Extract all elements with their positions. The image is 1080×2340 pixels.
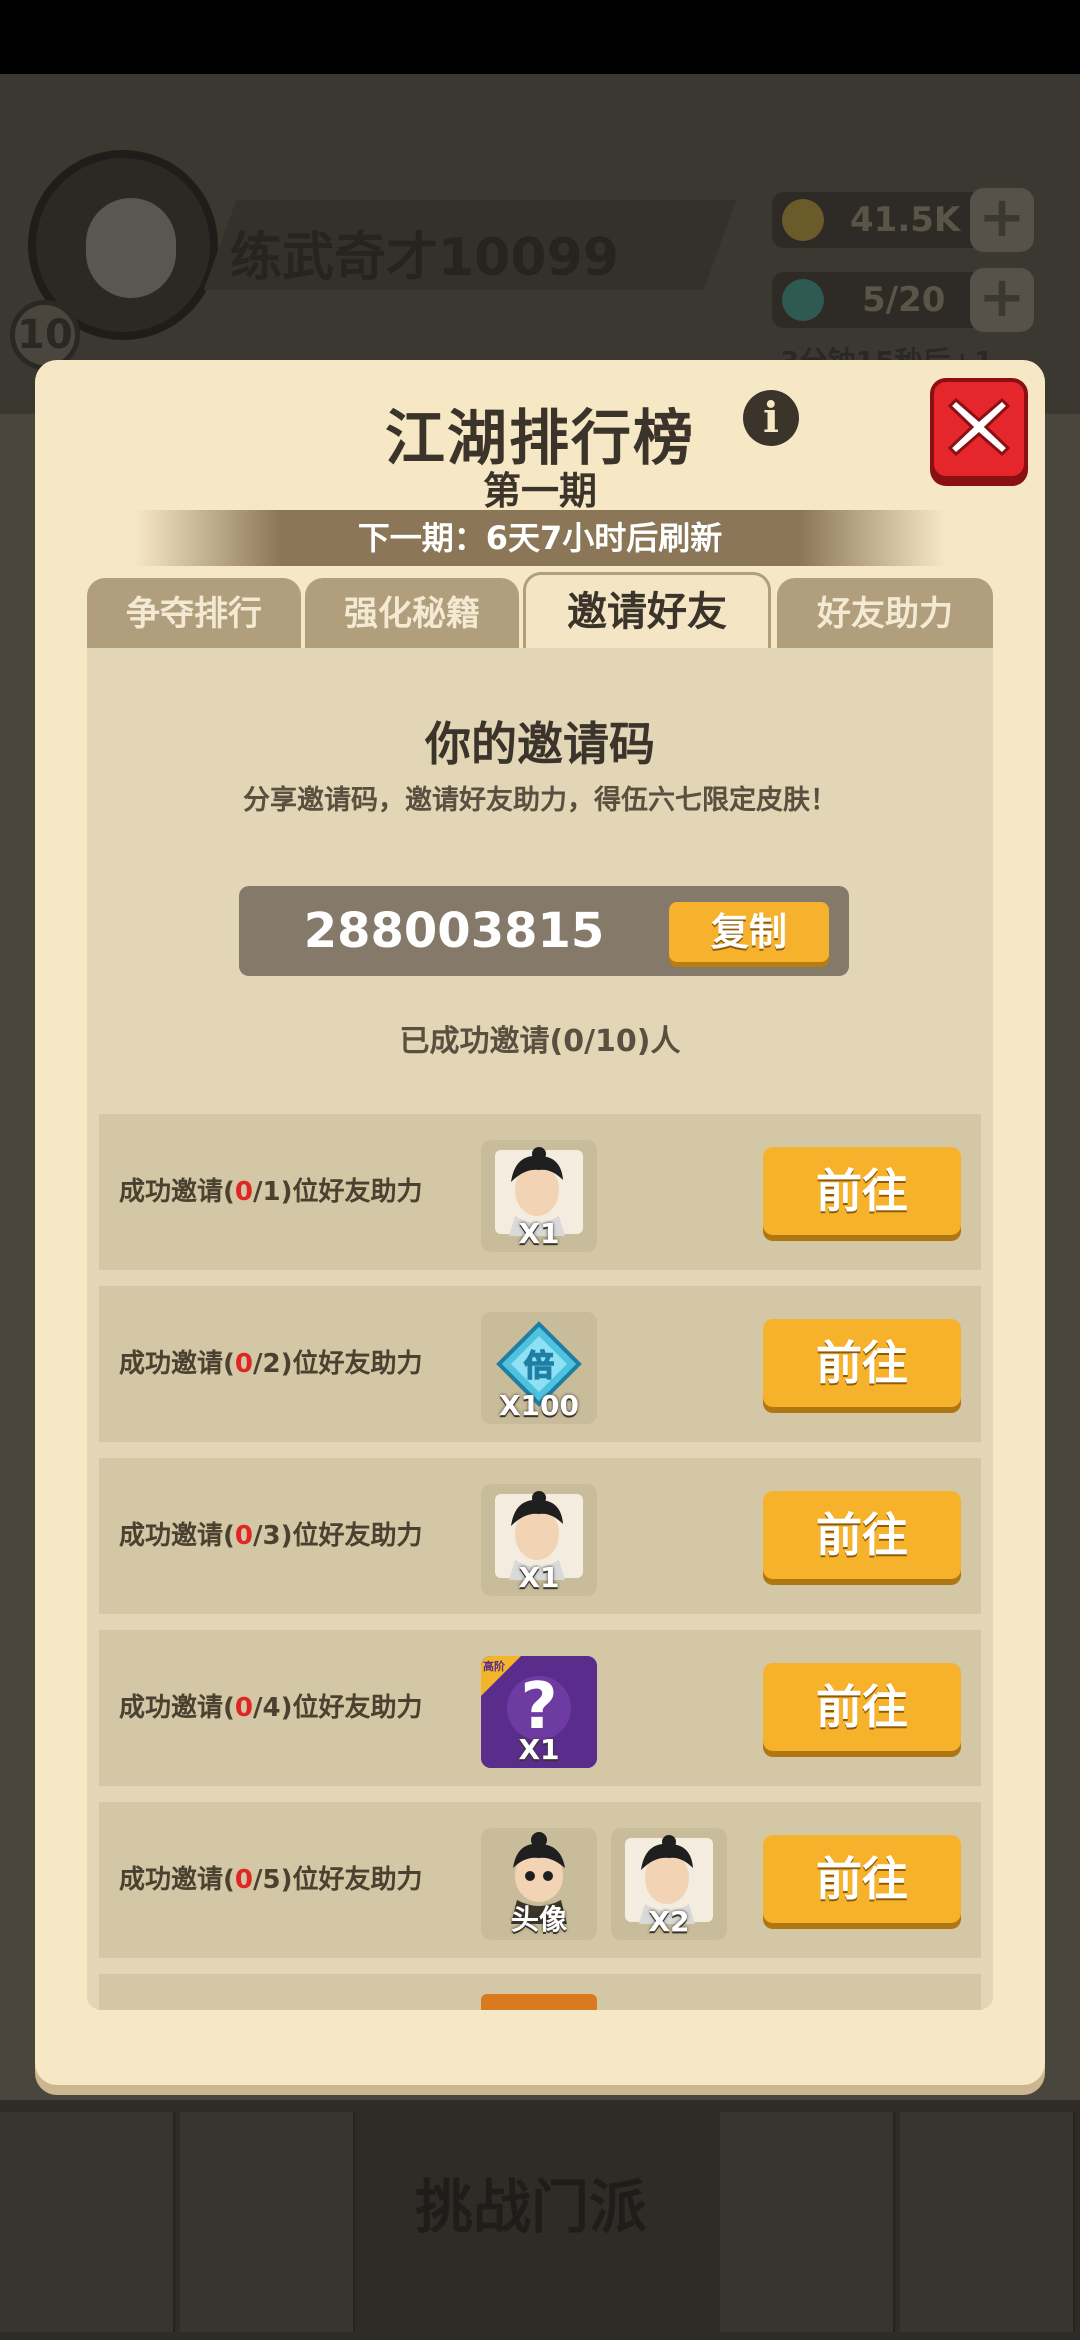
task-label: 成功邀请(0/5)位好友助力 <box>119 1865 423 1895</box>
reward-item[interactable]: 头像 <box>481 1828 597 1940</box>
reward-item[interactable]: ? 高阶 X1 <box>481 1656 597 1768</box>
task-row: 成功邀请(0/1)位好友助力 X1 前往 <box>99 1114 981 1270</box>
invited-count: 已成功邀请(0/10)人 <box>399 1024 681 1059</box>
close-icon <box>947 397 1011 457</box>
reward-item[interactable]: 倍 X100 <box>481 1312 597 1424</box>
tier-badge-label: 高阶 <box>483 1660 505 1673</box>
go-button[interactable]: 前往 <box>763 1663 961 1751</box>
nav-tab-tasks[interactable] <box>0 2112 175 2332</box>
nav-tab-training[interactable] <box>180 2112 355 2332</box>
task-row: 成功邀请(0/3)位好友助力 X1 前往 <box>99 1458 981 1614</box>
task-row: 成功邀请(0/4)位好友助力 ? 高阶 X1 前往 <box>99 1630 981 1786</box>
nav-tab-castle[interactable] <box>720 2112 895 2332</box>
task-label: 成功邀请(0/3)位好友助力 <box>119 1521 423 1551</box>
tab-enhance-secrets[interactable]: 强化秘籍 <box>305 578 519 648</box>
reward-item <box>481 1994 597 2010</box>
energy-amount: 5/20 <box>862 280 946 320</box>
reward-quantity: X1 <box>518 1561 560 1594</box>
reward-item[interactable]: X1 <box>481 1140 597 1252</box>
tab-contest-ranking[interactable]: 争夺排行 <box>87 578 301 648</box>
gold-coin-icon <box>782 199 824 241</box>
invite-code-value: 288003815 <box>303 903 605 959</box>
nav-tab-locked[interactable] <box>900 2112 1075 2332</box>
gold-amount: 41.5K <box>850 200 961 240</box>
ranking-modal: 江湖排行榜 i 第一期 下一期：6天7小时后刷新 争夺排行 强化秘籍 邀请好友 … <box>35 360 1045 2085</box>
season-label: 第一期 <box>482 469 597 513</box>
reward-quantity: X100 <box>498 1389 580 1422</box>
add-energy-button[interactable]: + <box>970 268 1034 332</box>
invite-panel: 你的邀请码 分享邀请码，邀请好友助力，得伍六七限定皮肤！ 288003815 复… <box>87 648 993 2010</box>
task-label: 成功邀请(0/4)位好友助力 <box>119 1693 423 1723</box>
player-name: 练武奇才10099 <box>230 228 619 288</box>
go-button[interactable]: 前往 <box>763 1491 961 1579</box>
reward-quantity: 头像 <box>510 1903 567 1936</box>
reward-quantity: X1 <box>518 1217 560 1250</box>
energy-drop-icon <box>782 279 824 321</box>
task-row: 成功邀请(0/5)位好友助力 头像 X2 前往 <box>99 1802 981 1958</box>
reward-quantity: X1 <box>518 1733 560 1766</box>
tab-friend-assist[interactable]: 好友助力 <box>777 578 993 648</box>
reward-item[interactable]: X1 <box>481 1484 597 1596</box>
invite-description: 分享邀请码，邀请好友助力，得伍六七限定皮肤！ <box>243 785 837 816</box>
task-label: 成功邀请(0/1)位好友助力 <box>119 1177 423 1207</box>
status-bar <box>0 0 1080 74</box>
svg-text:倍: 倍 <box>524 1349 554 1384</box>
info-icon[interactable]: i <box>743 390 799 446</box>
tab-invite-friends[interactable]: 邀请好友 <box>523 572 771 648</box>
add-gold-button[interactable]: + <box>970 188 1034 252</box>
task-label: 成功邀请(0/2)位好友助力 <box>119 1349 423 1379</box>
task-row: 成功邀请(0/2)位好友助力 倍 X100 前往 <box>99 1286 981 1442</box>
reward-item[interactable]: X2 <box>611 1828 727 1940</box>
invite-code-heading: 你的邀请码 <box>425 717 655 771</box>
copy-button[interactable]: 复制 <box>669 902 829 962</box>
invite-code-box: 288003815 复制 <box>239 886 849 976</box>
go-button[interactable]: 前往 <box>763 1835 961 1923</box>
go-button[interactable]: 前往 <box>763 1147 961 1235</box>
challenge-sect-label[interactable]: 挑战门派 <box>415 2160 647 2244</box>
task-row <box>99 1974 981 2010</box>
refresh-countdown: 下一期：6天7小时后刷新 <box>135 510 945 566</box>
reward-quantity: X2 <box>648 1905 690 1938</box>
go-button[interactable]: 前往 <box>763 1319 961 1407</box>
